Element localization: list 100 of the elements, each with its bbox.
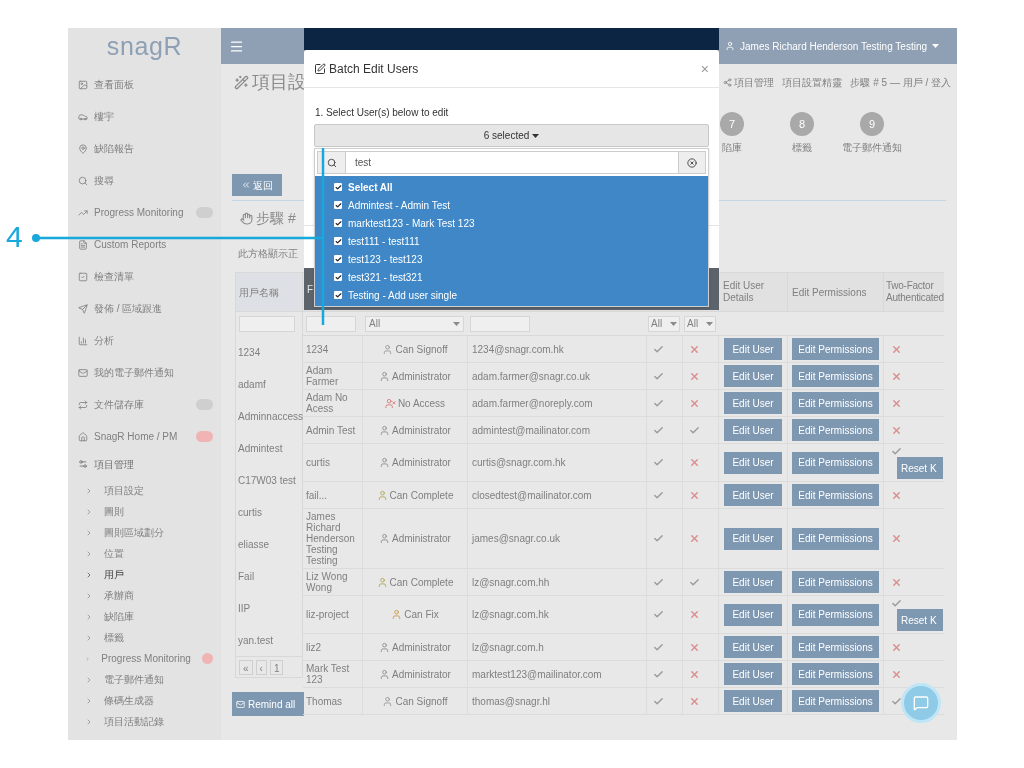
sidebar-subitem[interactable]: 項目活動記錄 [68, 711, 221, 732]
checkbox[interactable] [334, 291, 342, 299]
remind-all-button[interactable]: Remind all [232, 692, 304, 716]
table-cell: closedtest@mailinator.com [467, 482, 646, 508]
sidebar-subitem[interactable]: 項目設定 [68, 480, 221, 501]
option-item[interactable]: test123 - test123 [315, 250, 708, 268]
checkbox[interactable] [334, 183, 342, 191]
page-title: 項目設 [234, 68, 306, 96]
sidebar-subitem[interactable]: 位置 [68, 543, 221, 564]
table-cell-text: Mark Test 123 [305, 662, 351, 687]
sidebar-item[interactable]: 查看面板 [68, 64, 221, 96]
sidebar-item[interactable]: 文件儲存庫 [68, 384, 221, 416]
edit-user-button[interactable]: Edit User [724, 636, 782, 658]
table-cell: admintest@mailinator.com [467, 417, 646, 443]
checkbox[interactable] [334, 273, 342, 281]
edit-user-button[interactable]: Edit User [724, 484, 782, 506]
edit-permissions-button[interactable]: Edit Permissions [792, 603, 879, 626]
filter-field[interactable] [306, 315, 356, 332]
page-button[interactable]: ‹ [255, 659, 267, 675]
section-title: 步驟 # [240, 207, 296, 229]
option-item[interactable]: test321 - test321 [315, 268, 708, 286]
role-label: Can Complete [389, 575, 454, 590]
filter-select[interactable]: All [684, 315, 716, 332]
clear-icon[interactable] [687, 157, 697, 168]
sidebar-subitem[interactable]: 承辦商 [68, 585, 221, 606]
table-cell-text: liz2 [305, 640, 322, 655]
search-field[interactable]: test [317, 151, 706, 174]
reset-button[interactable]: Reset K [897, 457, 943, 479]
edit-user-button[interactable]: Edit User [724, 571, 782, 593]
sidebar-item[interactable]: 缺陷報告 [68, 128, 221, 160]
option-item[interactable]: Select All [315, 178, 708, 196]
edit-user-button[interactable]: Edit User [724, 527, 782, 550]
checkbox[interactable] [334, 219, 342, 227]
sidebar-subitem[interactable]: Progress Monitoring [68, 648, 221, 669]
user-menu[interactable]: James Richard Henderson Testing Testing [725, 38, 939, 54]
edit-user-button[interactable]: Edit User [724, 392, 782, 414]
table-cell: Admintest [235, 432, 303, 464]
sidebar-item[interactable]: 樓宇 [68, 96, 221, 128]
page-button[interactable]: « [239, 659, 253, 675]
filter-field[interactable] [470, 315, 530, 332]
page-button[interactable]: 1 [269, 659, 284, 675]
back-button[interactable]: 返回 [232, 174, 282, 196]
checkbox[interactable] [334, 237, 342, 245]
role-label: No Access [397, 396, 446, 411]
checkbox[interactable] [334, 255, 342, 263]
sidebar-item[interactable]: 檢查清單 [68, 256, 221, 288]
column-title: Two-Factor Authenticated [886, 280, 944, 304]
option-item[interactable]: marktest123 - Mark Test 123 [315, 214, 708, 232]
edit-user-button[interactable]: Edit User [724, 338, 782, 360]
sidebar-subitem[interactable]: 圖則區域劃分 [68, 522, 221, 543]
edit-permissions-button[interactable]: Edit Permissions [792, 571, 879, 593]
edit-user-button[interactable]: Edit User [724, 603, 782, 626]
filter-field[interactable] [239, 316, 295, 332]
sidebar-item[interactable]: 項目管理 [68, 448, 221, 480]
breadcrumb-link[interactable]: 項目設置精靈 [782, 74, 843, 90]
edit-permissions-button[interactable]: Edit Permissions [792, 636, 879, 658]
edit-permissions-button[interactable]: Edit Permissions [792, 419, 879, 441]
edit-user-button[interactable]: Edit User [724, 365, 782, 387]
sidebar-subitem[interactable]: 用戶 [68, 564, 221, 585]
sidebar-item[interactable]: SnagR Home / PM [68, 416, 221, 448]
edit-permissions-button[interactable]: Edit Permissions [792, 365, 879, 387]
sidebar-subitem[interactable]: 標籤 [68, 627, 221, 648]
edit-permissions-button[interactable]: Edit Permissions [792, 484, 879, 506]
edit-user-button[interactable]: Edit User [724, 690, 782, 712]
breadcrumb-link[interactable]: 項目管理 [723, 74, 775, 90]
user-select-dropdown[interactable]: 6 selected [314, 124, 709, 147]
sidebar-item[interactable]: 分析 [68, 320, 221, 352]
edit-permissions-button[interactable]: Edit Permissions [792, 527, 879, 550]
sidebar-item[interactable]: 我的電子郵件通知 [68, 352, 221, 384]
role-label: Administrator [392, 369, 451, 384]
edit-permissions-button[interactable]: Edit Permissions [792, 392, 879, 414]
edit-user-button[interactable]: Edit User [724, 419, 782, 441]
share-icon [723, 77, 733, 87]
sidebar-item[interactable]: 發佈 / 區域跟進 [68, 288, 221, 320]
sidebar-item[interactable]: Progress Monitoring [68, 192, 221, 224]
edit-permissions-button[interactable]: Edit Permissions [792, 690, 879, 712]
sidebar-subitem[interactable]: 條碼生成器 [68, 690, 221, 711]
sidebar-subitem[interactable]: 圖則 [68, 501, 221, 522]
option-item[interactable]: Testing - Add user single [315, 286, 708, 304]
sidebar-item[interactable]: 搜尋 [68, 160, 221, 192]
edit-permissions-button[interactable]: Edit Permissions [792, 338, 879, 360]
close-button[interactable]: × [700, 61, 709, 76]
sidebar-subitem[interactable]: 缺陷庫 [68, 606, 221, 627]
option-item[interactable]: test111 - test111 [315, 232, 708, 250]
column-title: Edit User Details [723, 280, 766, 304]
option-item[interactable]: Admintest - Admin Test [315, 196, 708, 214]
filter-select[interactable]: All [648, 315, 680, 332]
edit-user-button[interactable]: Edit User [724, 663, 782, 685]
sidebar-item[interactable]: Custom Reports [68, 224, 221, 256]
reset-button[interactable]: Reset K [897, 609, 943, 631]
edit-user-button[interactable]: Edit User [724, 451, 782, 474]
sidebar-subitem[interactable]: 電子郵件通知 [68, 669, 221, 690]
edit-permissions-button[interactable]: Edit Permissions [792, 451, 879, 474]
filter-select[interactable]: All [365, 315, 464, 332]
description-text: 此方格顯示正 [238, 247, 298, 261]
chevron-icon [85, 486, 93, 495]
edit-permissions-button[interactable]: Edit Permissions [792, 663, 879, 685]
checkbox[interactable] [334, 201, 342, 209]
breadcrumb-link[interactable]: 步驟 # 5 — 用戶 / 登入 [850, 74, 951, 90]
table-cell-text: Liz Wong Wong [305, 570, 349, 595]
